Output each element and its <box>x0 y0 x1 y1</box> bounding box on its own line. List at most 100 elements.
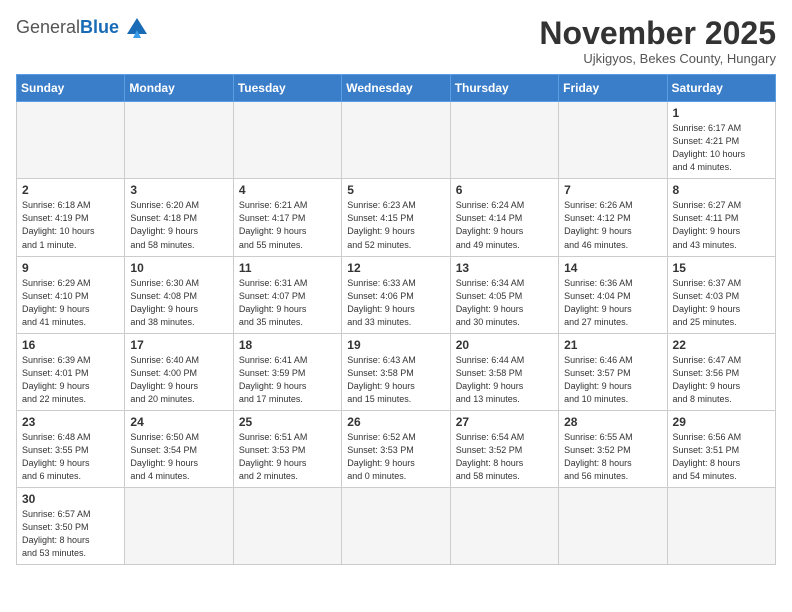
header-row: Sunday Monday Tuesday Wednesday Thursday… <box>17 75 776 102</box>
day-number: 7 <box>564 183 661 197</box>
header-monday: Monday <box>125 75 233 102</box>
calendar-day-cell: 23 Sunrise: 6:48 AM Sunset: 3:55 PM Dayli… <box>17 410 125 487</box>
day-info: Sunrise: 6:39 AM Sunset: 4:01 PM Dayligh… <box>22 354 119 406</box>
day-number: 21 <box>564 338 661 352</box>
day-number: 29 <box>673 415 770 429</box>
calendar-day-cell: 16 Sunrise: 6:39 AM Sunset: 4:01 PM Dayli… <box>17 333 125 410</box>
day-info: Sunrise: 6:51 AM Sunset: 3:53 PM Dayligh… <box>239 431 336 483</box>
day-info: Sunrise: 6:31 AM Sunset: 4:07 PM Dayligh… <box>239 277 336 329</box>
day-info: Sunrise: 6:55 AM Sunset: 3:52 PM Dayligh… <box>564 431 661 483</box>
day-number: 5 <box>347 183 444 197</box>
calendar-day-cell: 3 Sunrise: 6:20 AM Sunset: 4:18 PM Daylig… <box>125 179 233 256</box>
day-number: 23 <box>22 415 119 429</box>
day-info: Sunrise: 6:29 AM Sunset: 4:10 PM Dayligh… <box>22 277 119 329</box>
calendar-day-cell <box>559 488 667 565</box>
title-area: November 2025 Ujkigyos, Bekes County, Hu… <box>539 16 776 66</box>
day-number: 16 <box>22 338 119 352</box>
day-info: Sunrise: 6:46 AM Sunset: 3:57 PM Dayligh… <box>564 354 661 406</box>
calendar-day-cell: 26 Sunrise: 6:52 AM Sunset: 3:53 PM Dayli… <box>342 410 450 487</box>
calendar-week-row: 30Sunrise: 6:57 AM Sunset: 3:50 PM Dayli… <box>17 488 776 565</box>
day-info: Sunrise: 6:41 AM Sunset: 3:59 PM Dayligh… <box>239 354 336 406</box>
day-info: Sunrise: 6:21 AM Sunset: 4:17 PM Dayligh… <box>239 199 336 251</box>
day-info: Sunrise: 6:33 AM Sunset: 4:06 PM Dayligh… <box>347 277 444 329</box>
calendar-day-cell <box>342 102 450 179</box>
calendar-day-cell: 30Sunrise: 6:57 AM Sunset: 3:50 PM Dayli… <box>17 488 125 565</box>
header-friday: Friday <box>559 75 667 102</box>
day-number: 3 <box>130 183 227 197</box>
day-number: 1 <box>673 106 770 120</box>
calendar-day-cell <box>667 488 775 565</box>
day-info: Sunrise: 6:20 AM Sunset: 4:18 PM Dayligh… <box>130 199 227 251</box>
calendar-day-cell <box>559 102 667 179</box>
day-number: 24 <box>130 415 227 429</box>
day-info: Sunrise: 6:34 AM Sunset: 4:05 PM Dayligh… <box>456 277 553 329</box>
day-number: 30 <box>22 492 119 506</box>
calendar-day-cell <box>17 102 125 179</box>
day-number: 11 <box>239 261 336 275</box>
day-info: Sunrise: 6:44 AM Sunset: 3:58 PM Dayligh… <box>456 354 553 406</box>
day-number: 12 <box>347 261 444 275</box>
logo-icon <box>123 16 151 38</box>
logo-general-text: General <box>16 17 80 38</box>
calendar-day-cell: 4Sunrise: 6:21 AM Sunset: 4:17 PM Daylig… <box>233 179 341 256</box>
header-tuesday: Tuesday <box>233 75 341 102</box>
calendar-day-cell: 10Sunrise: 6:30 AM Sunset: 4:08 PM Dayli… <box>125 256 233 333</box>
calendar-day-cell: 12 Sunrise: 6:33 AM Sunset: 4:06 PM Dayli… <box>342 256 450 333</box>
calendar-day-cell <box>450 102 558 179</box>
calendar-table: Sunday Monday Tuesday Wednesday Thursday… <box>16 74 776 565</box>
day-info: Sunrise: 6:26 AM Sunset: 4:12 PM Dayligh… <box>564 199 661 251</box>
calendar-day-cell: 22 Sunrise: 6:47 AM Sunset: 3:56 PM Dayli… <box>667 333 775 410</box>
header: General Blue November 2025 Ujkigyos, Bek… <box>16 16 776 66</box>
day-info: Sunrise: 6:48 AM Sunset: 3:55 PM Dayligh… <box>22 431 119 483</box>
day-number: 26 <box>347 415 444 429</box>
header-saturday: Saturday <box>667 75 775 102</box>
day-number: 8 <box>673 183 770 197</box>
day-info: Sunrise: 6:27 AM Sunset: 4:11 PM Dayligh… <box>673 199 770 251</box>
calendar-day-cell: 2Sunrise: 6:18 AM Sunset: 4:19 PM Daylig… <box>17 179 125 256</box>
day-number: 22 <box>673 338 770 352</box>
calendar-day-cell: 1 Sunrise: 6:17 AM Sunset: 4:21 PM Daylig… <box>667 102 775 179</box>
calendar-day-cell: 6Sunrise: 6:24 AM Sunset: 4:14 PM Daylig… <box>450 179 558 256</box>
calendar-day-cell: 21 Sunrise: 6:46 AM Sunset: 3:57 PM Dayli… <box>559 333 667 410</box>
day-info: Sunrise: 6:17 AM Sunset: 4:21 PM Dayligh… <box>673 122 770 174</box>
day-info: Sunrise: 6:18 AM Sunset: 4:19 PM Dayligh… <box>22 199 119 251</box>
calendar-day-cell: 18Sunrise: 6:41 AM Sunset: 3:59 PM Dayli… <box>233 333 341 410</box>
calendar-day-cell: 15 Sunrise: 6:37 AM Sunset: 4:03 PM Dayli… <box>667 256 775 333</box>
calendar-day-cell: 24 Sunrise: 6:50 AM Sunset: 3:54 PM Dayli… <box>125 410 233 487</box>
calendar-day-cell: 9Sunrise: 6:29 AM Sunset: 4:10 PM Daylig… <box>17 256 125 333</box>
header-thursday: Thursday <box>450 75 558 102</box>
day-info: Sunrise: 6:47 AM Sunset: 3:56 PM Dayligh… <box>673 354 770 406</box>
day-number: 14 <box>564 261 661 275</box>
calendar-day-cell <box>342 488 450 565</box>
calendar-day-cell: 14Sunrise: 6:36 AM Sunset: 4:04 PM Dayli… <box>559 256 667 333</box>
day-number: 15 <box>673 261 770 275</box>
day-info: Sunrise: 6:37 AM Sunset: 4:03 PM Dayligh… <box>673 277 770 329</box>
calendar-week-row: 2Sunrise: 6:18 AM Sunset: 4:19 PM Daylig… <box>17 179 776 256</box>
calendar-day-cell: 17Sunrise: 6:40 AM Sunset: 4:00 PM Dayli… <box>125 333 233 410</box>
day-info: Sunrise: 6:52 AM Sunset: 3:53 PM Dayligh… <box>347 431 444 483</box>
month-title: November 2025 <box>539 16 776 51</box>
calendar-day-cell: 7 Sunrise: 6:26 AM Sunset: 4:12 PM Daylig… <box>559 179 667 256</box>
header-sunday: Sunday <box>17 75 125 102</box>
day-number: 19 <box>347 338 444 352</box>
calendar-week-row: 16 Sunrise: 6:39 AM Sunset: 4:01 PM Dayli… <box>17 333 776 410</box>
day-info: Sunrise: 6:43 AM Sunset: 3:58 PM Dayligh… <box>347 354 444 406</box>
calendar-day-cell <box>450 488 558 565</box>
logo: General Blue <box>16 16 151 38</box>
calendar-day-cell: 19 Sunrise: 6:43 AM Sunset: 3:58 PM Dayli… <box>342 333 450 410</box>
day-info: Sunrise: 6:23 AM Sunset: 4:15 PM Dayligh… <box>347 199 444 251</box>
day-number: 27 <box>456 415 553 429</box>
day-number: 17 <box>130 338 227 352</box>
calendar-week-row: 23 Sunrise: 6:48 AM Sunset: 3:55 PM Dayli… <box>17 410 776 487</box>
day-number: 13 <box>456 261 553 275</box>
calendar-day-cell: 13 Sunrise: 6:34 AM Sunset: 4:05 PM Dayli… <box>450 256 558 333</box>
calendar-day-cell: 25 Sunrise: 6:51 AM Sunset: 3:53 PM Dayli… <box>233 410 341 487</box>
calendar-day-cell: 5 Sunrise: 6:23 AM Sunset: 4:15 PM Daylig… <box>342 179 450 256</box>
day-info: Sunrise: 6:50 AM Sunset: 3:54 PM Dayligh… <box>130 431 227 483</box>
page-container: General Blue November 2025 Ujkigyos, Bek… <box>16 16 776 565</box>
logo-blue-text: Blue <box>80 17 119 38</box>
calendar-week-row: 9Sunrise: 6:29 AM Sunset: 4:10 PM Daylig… <box>17 256 776 333</box>
calendar-week-row: 1 Sunrise: 6:17 AM Sunset: 4:21 PM Daylig… <box>17 102 776 179</box>
day-number: 25 <box>239 415 336 429</box>
location-subtitle: Ujkigyos, Bekes County, Hungary <box>539 51 776 66</box>
